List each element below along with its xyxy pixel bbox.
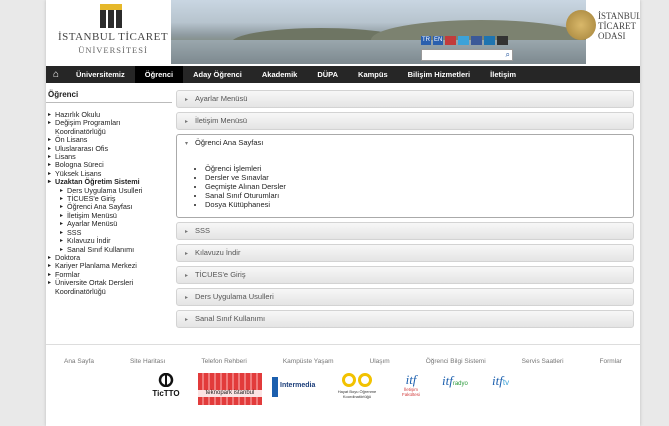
nav-item-iletisim[interactable]: İletişim xyxy=(480,66,526,83)
youtube-icon[interactable] xyxy=(445,36,457,45)
accordion-body: Öğrenci İşlemleri Dersler ve Sınavlar Ge… xyxy=(185,152,633,217)
chevron-right-icon: ▸ xyxy=(185,251,189,257)
sidebar-list: Hazırlık OkuluDeğişim Programları Koordi… xyxy=(46,110,172,296)
main-nav: ⌂ Üniversitemiz Öğrenci Aday Öğrenci Aka… xyxy=(46,66,640,83)
facebook-icon[interactable] xyxy=(471,36,483,45)
linkedin-icon[interactable] xyxy=(484,36,496,45)
accordion-item[interactable]: ▸ Ayarlar Menüsü xyxy=(176,90,634,108)
chevron-right-icon: ▸ xyxy=(185,229,189,235)
footer-link[interactable]: Telefon Rehberi xyxy=(201,358,247,365)
partner-logos: TicTTO teknopark istanbul Intermedia Hay… xyxy=(146,373,546,407)
footer-link[interactable]: Ulaşım xyxy=(370,358,390,365)
list-item[interactable]: Dersler ve Sınavlar xyxy=(205,173,633,182)
accordion-item[interactable]: ▸ Ders Uygulama Usulleri xyxy=(176,288,634,306)
intermedia-logo[interactable]: Intermedia xyxy=(272,373,320,405)
footer-link[interactable]: Site Haritası xyxy=(130,358,165,365)
chevron-right-icon: ▸ xyxy=(185,273,189,279)
list-item[interactable]: Öğrenci İşlemleri xyxy=(205,164,633,173)
search-icon[interactable]: ⌕ xyxy=(506,50,510,60)
lang-en-link[interactable]: EN xyxy=(433,36,444,45)
infinity-icon xyxy=(342,373,372,387)
footer-link[interactable]: Servis Saatleri xyxy=(522,358,564,365)
sidebar-item[interactable]: Değişim Programları Koordinatörlüğü xyxy=(46,119,172,136)
chevron-down-icon: ▾ xyxy=(185,141,189,147)
nav-item-akademik[interactable]: Akademik xyxy=(252,66,307,83)
footer-links: Ana Sayfa Site Haritası Telefon Rehberi … xyxy=(46,344,640,365)
accordion-item-open[interactable]: ▾Öğrenci Ana Sayfası Öğrenci İşlemleri D… xyxy=(176,134,634,218)
itf-radyo-logo[interactable]: itfradyo xyxy=(442,373,482,405)
footer: Ana Sayfa Site Haritası Telefon Rehberi … xyxy=(46,344,640,405)
footer-link[interactable]: Kampüste Yaşam xyxy=(283,358,334,365)
accordion: ▸ Ayarlar Menüsü ▸ İletişim Menüsü ▾ Öğrenc… xyxy=(176,90,634,332)
accordion-item[interactable]: ▸ SSS xyxy=(176,222,634,240)
chevron-right-icon: ▸ xyxy=(185,295,189,301)
social-bar: TR EN xyxy=(421,36,509,46)
chevron-right-icon: ▸ xyxy=(185,119,189,125)
nav-item-bilisim[interactable]: Bilişim Hizmetleri xyxy=(398,66,481,83)
twitter-icon[interactable] xyxy=(458,36,470,45)
accordion-item[interactable]: ▸ Sanal Sınıf Kullanımı xyxy=(176,310,634,328)
teknopark-logo[interactable]: teknopark istanbul xyxy=(198,373,262,405)
itf-tv-logo[interactable]: itftv xyxy=(492,373,528,405)
list-item[interactable]: Geçmişte Alınan Dersler xyxy=(205,182,633,191)
nav-item-universitemiz[interactable]: Üniversitemiz xyxy=(66,66,135,83)
university-name[interactable]: İSTANBUL TİCARET xyxy=(54,31,172,43)
chevron-right-icon: ▸ xyxy=(185,97,189,103)
accordion-item[interactable]: ▸ Kılavuzu İndir xyxy=(176,244,634,262)
rss-icon[interactable] xyxy=(497,36,509,45)
footer-link[interactable]: Öğrenci Bilgi Sistemi xyxy=(426,358,486,365)
page: İSTANBUL TİCARET ÜNİVERSİTESİ TR EN ⌕ İS… xyxy=(46,0,640,426)
ito-emblem-icon[interactable] xyxy=(566,10,596,40)
header-banner-image xyxy=(171,0,586,64)
search-input[interactable]: ⌕ xyxy=(421,49,513,61)
iletisim-fakultesi-logo[interactable]: itf İletişim Fakültesi xyxy=(396,373,426,405)
sidebar-item[interactable]: Üniversite Ortak Dersleri Koordinatörlüğ… xyxy=(46,278,172,296)
accordion-item[interactable]: ▸ TİCUES'e Giriş xyxy=(176,266,634,284)
accordion-item[interactable]: ▸ İletişim Menüsü xyxy=(176,112,634,130)
lang-tr-link[interactable]: TR xyxy=(421,36,431,45)
sidebar-item[interactable]: Ayarlar Menüsü xyxy=(46,219,172,229)
sidebar-title: Öğrenci xyxy=(46,87,172,103)
tictto-icon xyxy=(158,372,174,388)
nav-item-aday-ogrenci[interactable]: Aday Öğrenci xyxy=(183,66,252,83)
header: İSTANBUL TİCARET ÜNİVERSİTESİ TR EN ⌕ İS… xyxy=(46,0,640,64)
nav-item-kampus[interactable]: Kampüs xyxy=(348,66,398,83)
footer-link[interactable]: Formlar xyxy=(600,358,622,365)
chevron-right-icon: ▸ xyxy=(185,317,189,323)
hayat-boyu-logo[interactable]: Hayat Boyu Öğrenme Koordinatörlüğü xyxy=(332,373,382,405)
university-subtitle: ÜNİVERSİTESİ xyxy=(78,45,148,55)
home-icon[interactable]: ⌂ xyxy=(46,69,66,80)
list-item[interactable]: Sanal Sınıf Oturumları xyxy=(205,191,633,200)
university-logo-icon[interactable] xyxy=(100,4,122,28)
nav-item-dupa[interactable]: DÜPA xyxy=(307,66,348,83)
sidebar: Öğrenci Hazırlık OkuluDeğişim Programlar… xyxy=(46,87,172,296)
ito-logo-text[interactable]: İSTANBUL TİCARET ODASI xyxy=(598,11,640,41)
tictto-logo[interactable]: TicTTO xyxy=(146,372,186,405)
list-item[interactable]: Dosya Kütüphanesi xyxy=(205,200,633,209)
footer-link[interactable]: Ana Sayfa xyxy=(64,358,94,365)
nav-item-ogrenci[interactable]: Öğrenci xyxy=(134,66,184,83)
